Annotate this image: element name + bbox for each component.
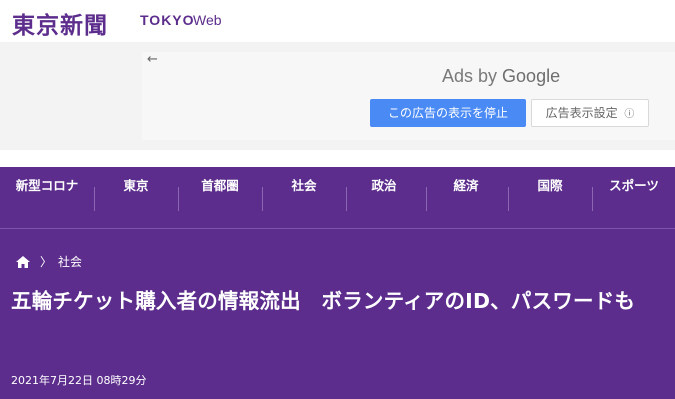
site-logo-web[interactable]: Web — [193, 12, 222, 28]
google-label: Google — [502, 66, 561, 86]
ad-panel: ← Ads by Google この広告の表示を停止 広告表示設定 ⓘ — [142, 52, 675, 140]
nav-item-economy[interactable]: 経済 — [434, 179, 498, 209]
nav-divider — [592, 187, 593, 211]
ad-settings-button[interactable]: 広告表示設定 ⓘ — [531, 99, 649, 127]
breadcrumb-category[interactable]: 社会 — [58, 253, 82, 270]
breadcrumb-separator: 〉 — [40, 255, 53, 269]
nav-divider — [178, 187, 179, 211]
stop-ad-button[interactable]: この広告の表示を停止 — [370, 99, 526, 127]
site-logo-tokyo[interactable]: TOKYO — [140, 12, 195, 28]
ad-area: ← Ads by Google この広告の表示を停止 広告表示設定 ⓘ — [0, 42, 675, 150]
nav-item-society[interactable]: 社会 — [272, 179, 336, 209]
arrow-left-icon[interactable]: ← — [147, 52, 158, 67]
nav-divider — [426, 187, 427, 211]
site-logo[interactable]: 東京新聞 — [12, 6, 108, 40]
nav-divider — [346, 187, 347, 211]
article-header: 新型コロナ 東京 首都圏 社会 政治 経済 国際 スポーツ 〉 社会 五輪チケッ… — [0, 167, 675, 399]
nav-item-politics[interactable]: 政治 — [352, 179, 416, 209]
breadcrumb: 〉 社会 — [16, 253, 82, 270]
ads-by-google: Ads by Google — [442, 66, 560, 87]
site-header: 東京新聞 TOKYO Web — [0, 0, 675, 42]
home-icon[interactable] — [16, 255, 30, 268]
nav-item-world[interactable]: 国際 — [518, 179, 582, 209]
nav-item-covid[interactable]: 新型コロナ — [12, 179, 82, 209]
category-nav: 新型コロナ 東京 首都圏 社会 政治 経済 国際 スポーツ — [0, 167, 675, 229]
nav-item-sports[interactable]: スポーツ — [600, 179, 668, 209]
nav-item-metro[interactable]: 首都圏 — [188, 179, 252, 209]
ads-by-label: Ads by — [442, 66, 498, 86]
nav-divider — [94, 187, 95, 211]
article-date: 2021年7月22日 08時29分 — [11, 374, 147, 387]
ad-settings-label: 広告表示設定 — [545, 106, 618, 120]
nav-divider — [508, 187, 509, 211]
info-icon: ⓘ — [624, 109, 635, 120]
nav-divider — [262, 187, 263, 211]
article-title: 五輪チケット購入者の情報流出 ボランティアのID、パスワードも — [11, 289, 636, 313]
nav-item-tokyo[interactable]: 東京 — [104, 179, 168, 209]
